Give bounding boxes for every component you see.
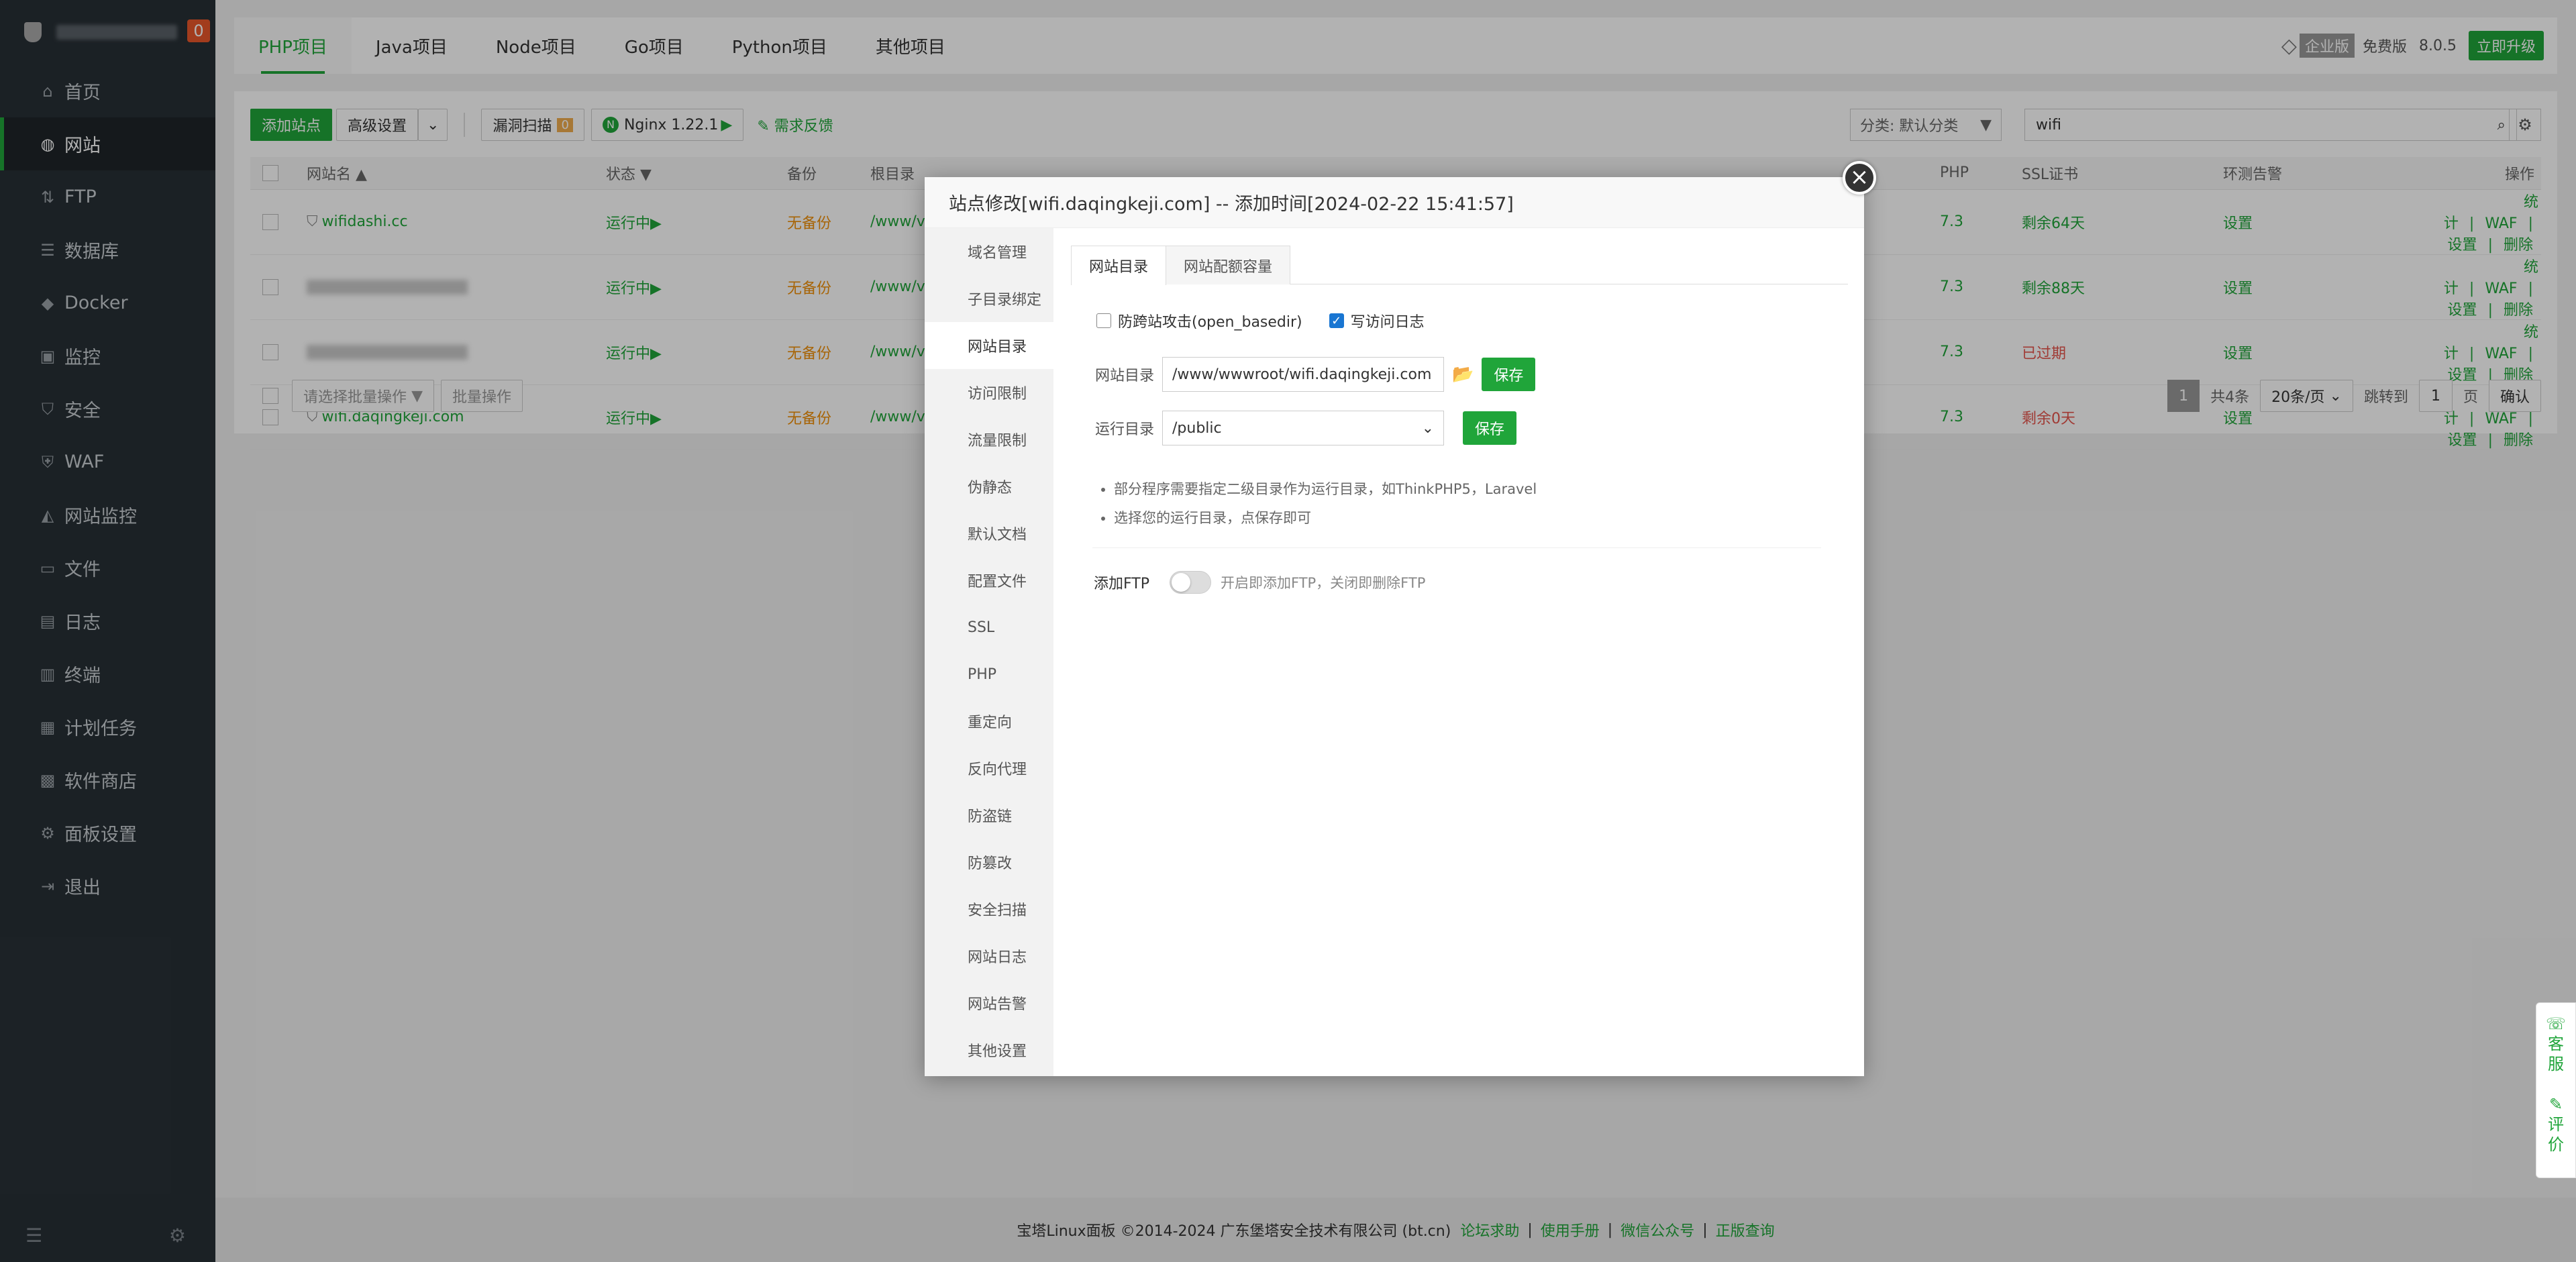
ftp-toggle[interactable] bbox=[1169, 571, 1211, 594]
save-run-dir-button[interactable]: 保存 bbox=[1463, 411, 1517, 445]
modal-nav-item-13[interactable]: 防篡改 bbox=[925, 839, 1053, 886]
modal-nav-item-14[interactable]: 安全扫描 bbox=[925, 886, 1053, 933]
review-button[interactable]: ✎ 评价 bbox=[2536, 1094, 2575, 1155]
ftp-row: 添加FTP 开启即添加FTP，关闭即删除FTP bbox=[1071, 571, 1848, 594]
site-dir-label: 网站目录 bbox=[1095, 368, 1155, 384]
modal-nav-item-0[interactable]: 域名管理 bbox=[925, 228, 1053, 275]
service-label: 客服 bbox=[2548, 1035, 2564, 1073]
modal-nav-item-11[interactable]: 反向代理 bbox=[925, 745, 1053, 792]
tips-list: 部分程序需要指定二级目录作为运行目录，如ThinkPHP5，Laravel 选择… bbox=[1071, 475, 1848, 533]
run-dir-label: 运行目录 bbox=[1095, 421, 1155, 438]
tab-site-quota[interactable]: 网站配额容量 bbox=[1166, 246, 1291, 284]
modal-title: 站点修改[wifi.daqingkeji.com] -- 添加时间[2024-0… bbox=[925, 177, 1864, 228]
chevron-down-icon: ⌄ bbox=[1421, 419, 1434, 437]
modal-nav-item-12[interactable]: 防盗链 bbox=[925, 792, 1053, 839]
save-site-dir-button[interactable]: 保存 bbox=[1482, 358, 1536, 391]
site-edit-modal: 站点修改[wifi.daqingkeji.com] -- 添加时间[2024-0… bbox=[925, 161, 1876, 1076]
edit-icon: ✎ bbox=[2548, 1095, 2563, 1114]
modal-nav-item-2[interactable]: 网站目录 bbox=[925, 322, 1053, 369]
tab-site-dir[interactable]: 网站目录 bbox=[1071, 246, 1167, 285]
modal-nav-item-10[interactable]: 重定向 bbox=[925, 698, 1053, 745]
modal-nav-item-9[interactable]: PHP bbox=[925, 651, 1053, 698]
basedir-checkbox[interactable] bbox=[1096, 313, 1111, 328]
ftp-tip: 开启即添加FTP，关闭即删除FTP bbox=[1220, 575, 1426, 591]
headset-icon: ☏ bbox=[2545, 1014, 2566, 1033]
run-dir-value: /public bbox=[1172, 419, 1222, 437]
modal-nav-item-17[interactable]: 其他设置 bbox=[925, 1027, 1053, 1073]
ftp-label: 添加FTP bbox=[1094, 576, 1149, 592]
run-dir-row: 运行目录 /public ⌄ 保存 bbox=[1071, 411, 1848, 445]
modal-nav-item-5[interactable]: 伪静态 bbox=[925, 463, 1053, 510]
service-button[interactable]: ☏ 客服 bbox=[2536, 1014, 2575, 1074]
tip-item: 选择您的运行目录，点保存即可 bbox=[1114, 504, 1848, 533]
modal-nav-item-4[interactable]: 流量限制 bbox=[925, 416, 1053, 463]
modal-nav-item-8[interactable]: SSL bbox=[925, 604, 1053, 651]
modal-nav-item-7[interactable]: 配置文件 bbox=[925, 557, 1053, 604]
modal-nav-item-6[interactable]: 默认文档 bbox=[925, 510, 1053, 557]
basedir-label: 防跨站攻击(open_basedir) bbox=[1118, 314, 1302, 331]
divider bbox=[1092, 547, 1821, 548]
close-icon: × bbox=[1849, 164, 1869, 191]
folder-open-icon[interactable]: 📂 bbox=[1452, 364, 1474, 384]
access-log-checkbox[interactable]: ✓ bbox=[1329, 313, 1344, 328]
site-dir-input[interactable]: /www/wwwroot/wifi.daqingkeji.com bbox=[1162, 357, 1444, 392]
run-dir-select[interactable]: /public ⌄ bbox=[1162, 411, 1444, 445]
tip-item: 部分程序需要指定二级目录作为运行目录，如ThinkPHP5，Laravel bbox=[1114, 475, 1848, 504]
modal-nav-item-15[interactable]: 网站日志 bbox=[925, 933, 1053, 980]
modal-nav-item-1[interactable]: 子目录绑定 bbox=[925, 275, 1053, 322]
review-label: 评价 bbox=[2548, 1115, 2564, 1154]
options-row: 防跨站攻击(open_basedir) ✓ 写访问日志 bbox=[1071, 310, 1848, 331]
site-dir-row: 网站目录 /www/wwwroot/wifi.daqingkeji.com 📂 … bbox=[1071, 357, 1848, 392]
modal-nav: 域名管理 子目录绑定 网站目录 访问限制 流量限制 伪静态 默认文档 配置文件 SSL PHP 重定… bbox=[925, 228, 1053, 1076]
right-dock: ☏ 客服 ✎ 评价 bbox=[2536, 1002, 2576, 1178]
modal-nav-item-16[interactable]: 网站告警 bbox=[925, 980, 1053, 1027]
modal-tabs: 网站目录 网站配额容量 bbox=[1071, 246, 1848, 285]
access-log-label: 写访问日志 bbox=[1350, 314, 1425, 331]
modal-body: 网站目录 网站配额容量 防跨站攻击(open_basedir) ✓ 写访问日志 … bbox=[1053, 228, 1864, 1076]
close-button[interactable]: × bbox=[1843, 161, 1876, 195]
modal-nav-item-3[interactable]: 访问限制 bbox=[925, 369, 1053, 416]
